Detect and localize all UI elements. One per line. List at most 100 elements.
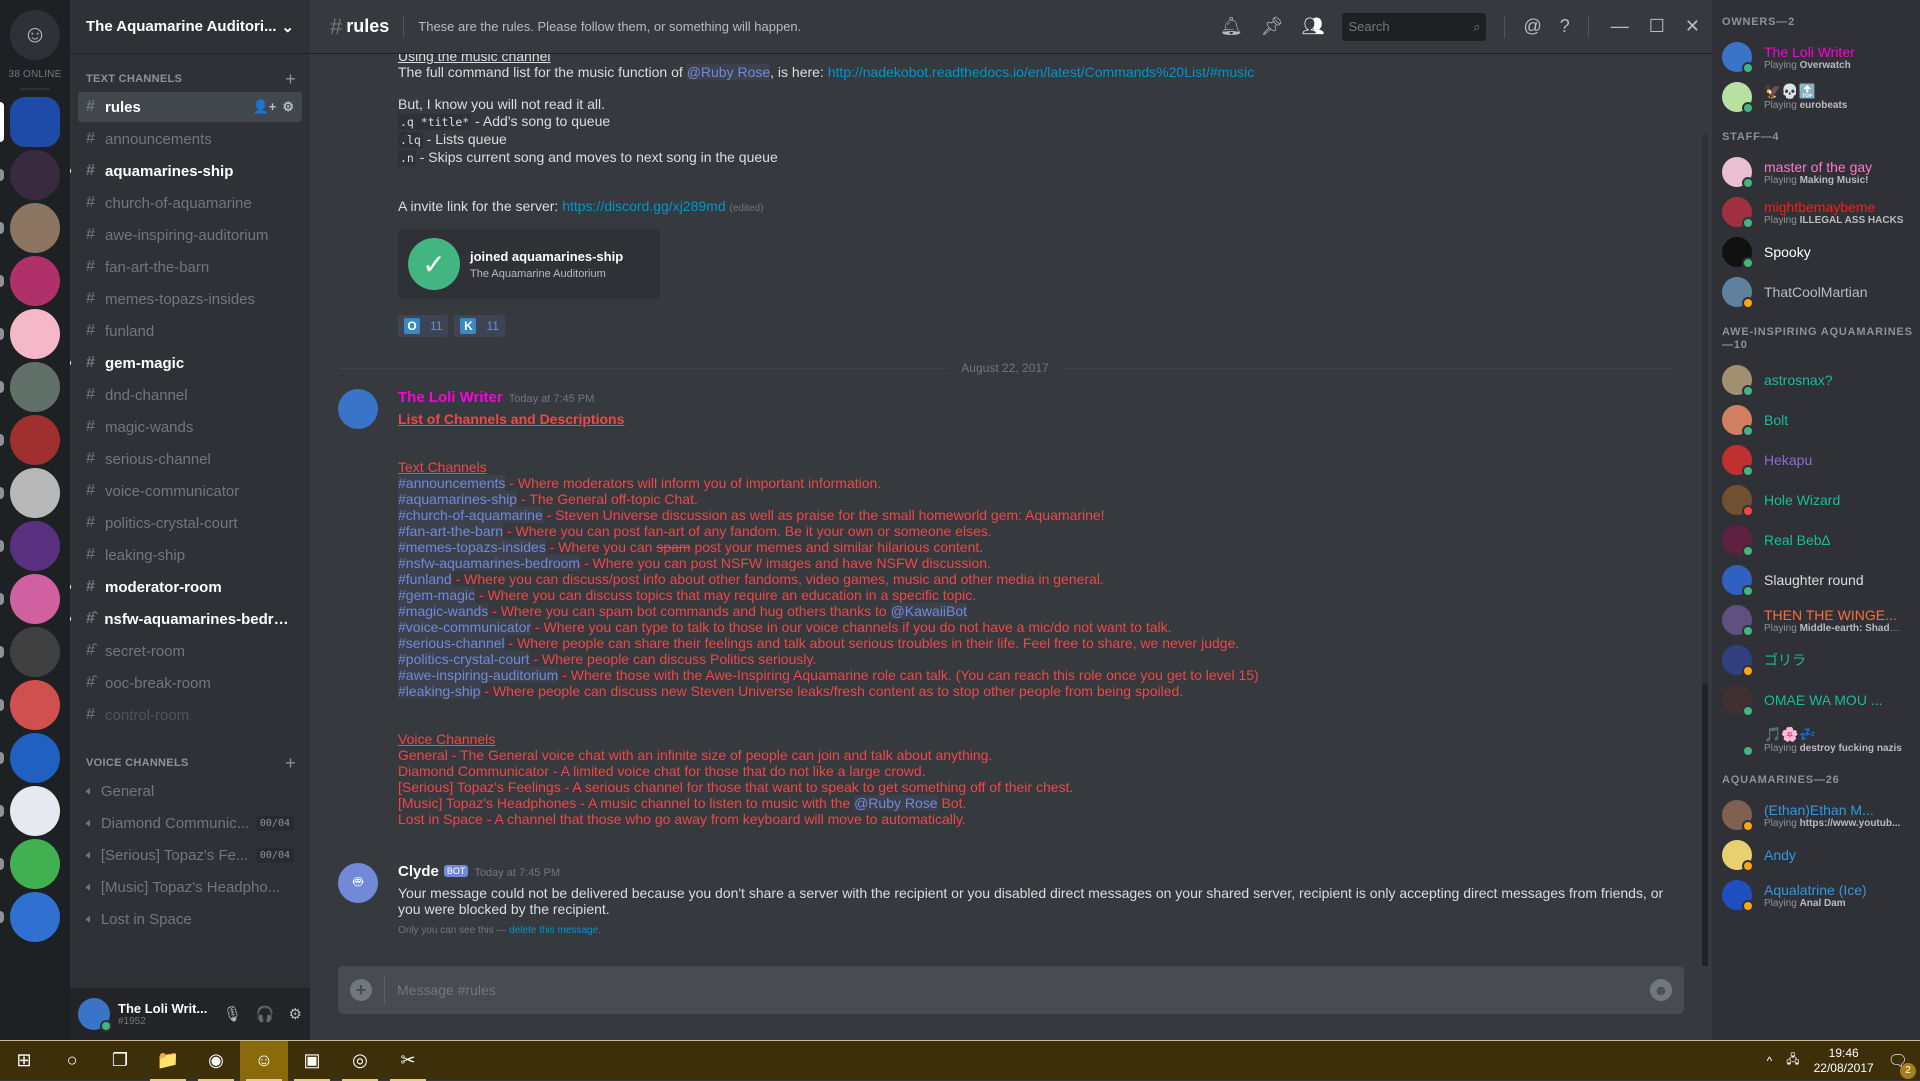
member-item[interactable]: mightbemaybeme Playing ILLEGAL ASS HACKS bbox=[1722, 192, 1920, 232]
emoji-icon[interactable]: ☻ bbox=[1650, 979, 1672, 1001]
channel-mention[interactable]: #awe-inspiring-auditorium bbox=[398, 667, 559, 683]
server-icon[interactable] bbox=[0, 415, 60, 465]
channel-moderator-room[interactable]: # moderator-room bbox=[70, 572, 302, 602]
channel-mention[interactable]: #serious-channel bbox=[398, 635, 505, 651]
member-item[interactable]: Hekapu bbox=[1722, 440, 1920, 480]
reaction-button[interactable]: O 11 bbox=[398, 315, 449, 337]
channel-mention[interactable]: #funland bbox=[398, 571, 452, 587]
channel-gem-magic[interactable]: # gem-magic bbox=[70, 348, 302, 378]
delete-message-link[interactable]: delete this message bbox=[509, 925, 598, 936]
action-center-icon[interactable]: 🗨︎ 2 bbox=[1888, 1051, 1916, 1079]
reaction-button[interactable]: K 11 bbox=[454, 315, 505, 337]
channel-mention[interactable]: #magic-wands bbox=[398, 603, 489, 619]
microphone-icon[interactable]: 🎙 bbox=[223, 1005, 242, 1023]
clyde-avatar[interactable]: 🤖︎ bbox=[338, 863, 378, 903]
server-icon[interactable] bbox=[0, 521, 60, 571]
category-text-channels[interactable]: TEXT CHANNELS + bbox=[70, 68, 310, 90]
pin-icon[interactable]: 📌︎ bbox=[1261, 16, 1284, 37]
mentions-icon[interactable]: @ bbox=[1523, 16, 1541, 37]
member-item[interactable]: Bolt bbox=[1722, 400, 1920, 440]
help-icon[interactable]: ? bbox=[1560, 16, 1570, 37]
channel-funland[interactable]: # funland bbox=[78, 316, 302, 346]
channel-mention[interactable]: #memes-topazs-insides bbox=[398, 539, 546, 555]
add-channel-icon[interactable]: + bbox=[285, 69, 296, 90]
voice-channel[interactable]: 🔈︎ Diamond Communic... 00/04 bbox=[78, 808, 302, 838]
user-mention[interactable]: @Ruby Rose bbox=[854, 795, 938, 811]
invite-link[interactable]: https://discord.gg/xj289md bbox=[562, 198, 725, 214]
channel-aquamarines-ship[interactable]: # aquamarines-ship bbox=[70, 156, 302, 186]
taskbar-overwatch[interactable]: ◎ bbox=[336, 1041, 384, 1081]
docs-link[interactable]: http://nadekobot.readthedocs.io/en/lates… bbox=[828, 64, 1254, 80]
avatar[interactable] bbox=[338, 389, 378, 429]
scrollbar-thumb[interactable] bbox=[1702, 684, 1708, 966]
message-input[interactable] bbox=[397, 982, 1650, 998]
channel-ooc-break-room[interactable]: #̂ ooc-break-room bbox=[78, 668, 302, 698]
member-item[interactable]: OMAE WA MOU ... bbox=[1722, 680, 1920, 720]
message-list[interactable]: Using the music channel The full command… bbox=[310, 54, 1712, 966]
channel-voice-communicator[interactable]: # voice-communicator bbox=[78, 476, 302, 506]
channel-magic-wands[interactable]: # magic-wands bbox=[78, 412, 302, 442]
channel-mention[interactable]: #church-of-aquamarine bbox=[398, 507, 543, 523]
channel-church-of-aquamarine[interactable]: # church-of-aquamarine bbox=[78, 188, 302, 218]
avatar[interactable] bbox=[78, 998, 112, 1032]
member-item[interactable]: Aqualatrine (Ice) Playing Anal Dam bbox=[1722, 875, 1920, 915]
gear-icon[interactable]: ⚙ bbox=[282, 99, 294, 115]
server-icon[interactable] bbox=[0, 574, 60, 624]
member-item[interactable]: Hole Wizard bbox=[1722, 480, 1920, 520]
channel-leaking-ship[interactable]: # leaking-ship bbox=[78, 540, 302, 570]
server-icon[interactable] bbox=[0, 786, 60, 836]
gear-icon[interactable]: ⚙ bbox=[289, 1005, 302, 1023]
member-item[interactable]: 🎵🌸💤 Playing destroy fucking nazis bbox=[1722, 720, 1920, 760]
taskbar-task-view[interactable]: ❐ bbox=[96, 1041, 144, 1081]
member-item[interactable]: (Ethan)Ethan M... Playing https://www.you… bbox=[1722, 795, 1920, 835]
member-item[interactable]: Slaughter round bbox=[1722, 560, 1920, 600]
author-name[interactable]: The Loli Writer bbox=[398, 389, 503, 406]
channel-mention[interactable]: #nsfw-aquamarines-bedroom bbox=[398, 555, 581, 571]
bell-icon[interactable]: 🔔︎ bbox=[1220, 16, 1243, 37]
maximize-icon[interactable]: ☐ bbox=[1649, 16, 1665, 37]
server-icon[interactable] bbox=[0, 680, 60, 730]
invite-icon[interactable]: 👤+ bbox=[253, 99, 277, 115]
server-icon[interactable] bbox=[0, 627, 60, 677]
member-item[interactable]: ゴリラ bbox=[1722, 640, 1920, 680]
taskbar-start[interactable]: ⊞ bbox=[0, 1041, 48, 1081]
add-channel-icon[interactable]: + bbox=[285, 753, 296, 774]
channel-list[interactable]: TEXT CHANNELS + # rules 👤+ ⚙ # announcements #… bbox=[70, 54, 310, 988]
search-input[interactable] bbox=[1348, 19, 1459, 34]
channel-rules[interactable]: # rules 👤+ ⚙ bbox=[78, 92, 302, 122]
member-item[interactable]: Andy bbox=[1722, 835, 1920, 875]
upload-plus-icon[interactable]: + bbox=[350, 979, 372, 1001]
headphones-icon[interactable]: 🎧 bbox=[256, 1005, 275, 1023]
voice-channel[interactable]: 🔈︎ [Music] Topaz's Headpho... bbox=[78, 872, 302, 902]
server-icon[interactable] bbox=[0, 150, 60, 200]
channel-secret-room[interactable]: #̂ secret-room bbox=[78, 636, 302, 666]
friends-home-button[interactable]: ☺ bbox=[10, 10, 60, 60]
member-item[interactable]: The Loli Writer Playing Overwatch bbox=[1722, 37, 1920, 77]
channel-serious-channel[interactable]: # serious-channel bbox=[78, 444, 302, 474]
taskbar-chrome[interactable]: ◉ bbox=[192, 1041, 240, 1081]
taskbar-snipping-tool[interactable]: ✂ bbox=[384, 1041, 432, 1081]
channel-nsfw-aquamarines-bedroo-[interactable]: #̂ nsfw-aquamarines-bedroo... bbox=[70, 604, 302, 634]
server-icon[interactable] bbox=[0, 309, 60, 359]
channel-mention[interactable]: #politics-crystal-court bbox=[398, 651, 530, 667]
server-icon[interactable] bbox=[0, 203, 60, 253]
member-item[interactable]: Spooky bbox=[1722, 232, 1920, 272]
server-icon[interactable] bbox=[0, 892, 60, 942]
channel-memes-topazs-insides[interactable]: # memes-topazs-insides bbox=[78, 284, 302, 314]
voice-channel[interactable]: 🔈︎ Lost in Space bbox=[78, 904, 302, 934]
server-icon[interactable] bbox=[0, 362, 60, 412]
member-item[interactable]: THEN THE WINGE... Playing Middle-earth: S… bbox=[1722, 600, 1920, 640]
channel-dnd-channel[interactable]: # dnd-channel bbox=[78, 380, 302, 410]
channel-mention[interactable]: #leaking-ship bbox=[398, 683, 481, 699]
server-icon[interactable] bbox=[0, 468, 60, 518]
channel-mention[interactable]: #voice-communicator bbox=[398, 619, 532, 635]
channel-fan-art-the-barn[interactable]: # fan-art-the-barn bbox=[78, 252, 302, 282]
user-mention[interactable]: @Ruby Rose bbox=[686, 64, 771, 80]
channel-mention[interactable]: #announcements bbox=[398, 475, 506, 491]
search-box[interactable]: ⌕ bbox=[1342, 12, 1487, 41]
member-item[interactable]: 🦅💀🔝 Playing eurobeats bbox=[1722, 77, 1920, 117]
chevron-up-icon[interactable]: ^ bbox=[1767, 1054, 1773, 1068]
members-icon[interactable]: 👥︎ bbox=[1302, 16, 1325, 37]
voice-channel[interactable]: 🔈︎ [Serious] Topaz's Fe... 00/04 bbox=[78, 840, 302, 870]
clock[interactable]: 19:46 22/08/2017 bbox=[1814, 1046, 1874, 1076]
